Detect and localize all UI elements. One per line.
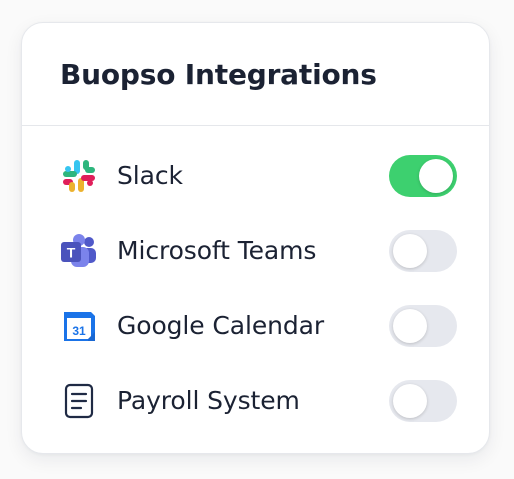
payroll-system-toggle[interactable] bbox=[389, 379, 457, 422]
google-calendar-icon: 31 bbox=[59, 306, 99, 346]
toggle-knob bbox=[419, 158, 453, 193]
integrations-card: Buopso Integrations Slack T Microsoft Te… bbox=[21, 22, 490, 454]
calendar-day: 31 bbox=[72, 324, 86, 338]
integration-row-payroll-system: Payroll System bbox=[22, 363, 489, 438]
integration-row-slack: Slack bbox=[22, 138, 489, 213]
integration-row-google-calendar: 31 Google Calendar bbox=[22, 288, 489, 363]
slack-icon bbox=[59, 156, 99, 196]
google-calendar-toggle[interactable] bbox=[389, 304, 457, 347]
toggle-knob bbox=[393, 383, 427, 418]
toggle-knob bbox=[393, 233, 427, 268]
microsoft-teams-icon: T bbox=[59, 231, 99, 271]
svg-text:T: T bbox=[67, 244, 76, 260]
integration-row-microsoft-teams: T Microsoft Teams bbox=[22, 213, 489, 288]
toggle-knob bbox=[393, 308, 427, 343]
integration-label-microsoft-teams: Microsoft Teams bbox=[117, 236, 317, 265]
integration-label-payroll-system: Payroll System bbox=[117, 386, 300, 415]
card-title: Buopso Integrations bbox=[60, 57, 377, 91]
integration-label-google-calendar: Google Calendar bbox=[117, 311, 325, 340]
integration-label-slack: Slack bbox=[117, 161, 183, 190]
card-header: Buopso Integrations bbox=[22, 23, 489, 126]
document-icon bbox=[59, 381, 99, 421]
slack-toggle[interactable] bbox=[389, 154, 457, 197]
microsoft-teams-toggle[interactable] bbox=[389, 229, 457, 272]
